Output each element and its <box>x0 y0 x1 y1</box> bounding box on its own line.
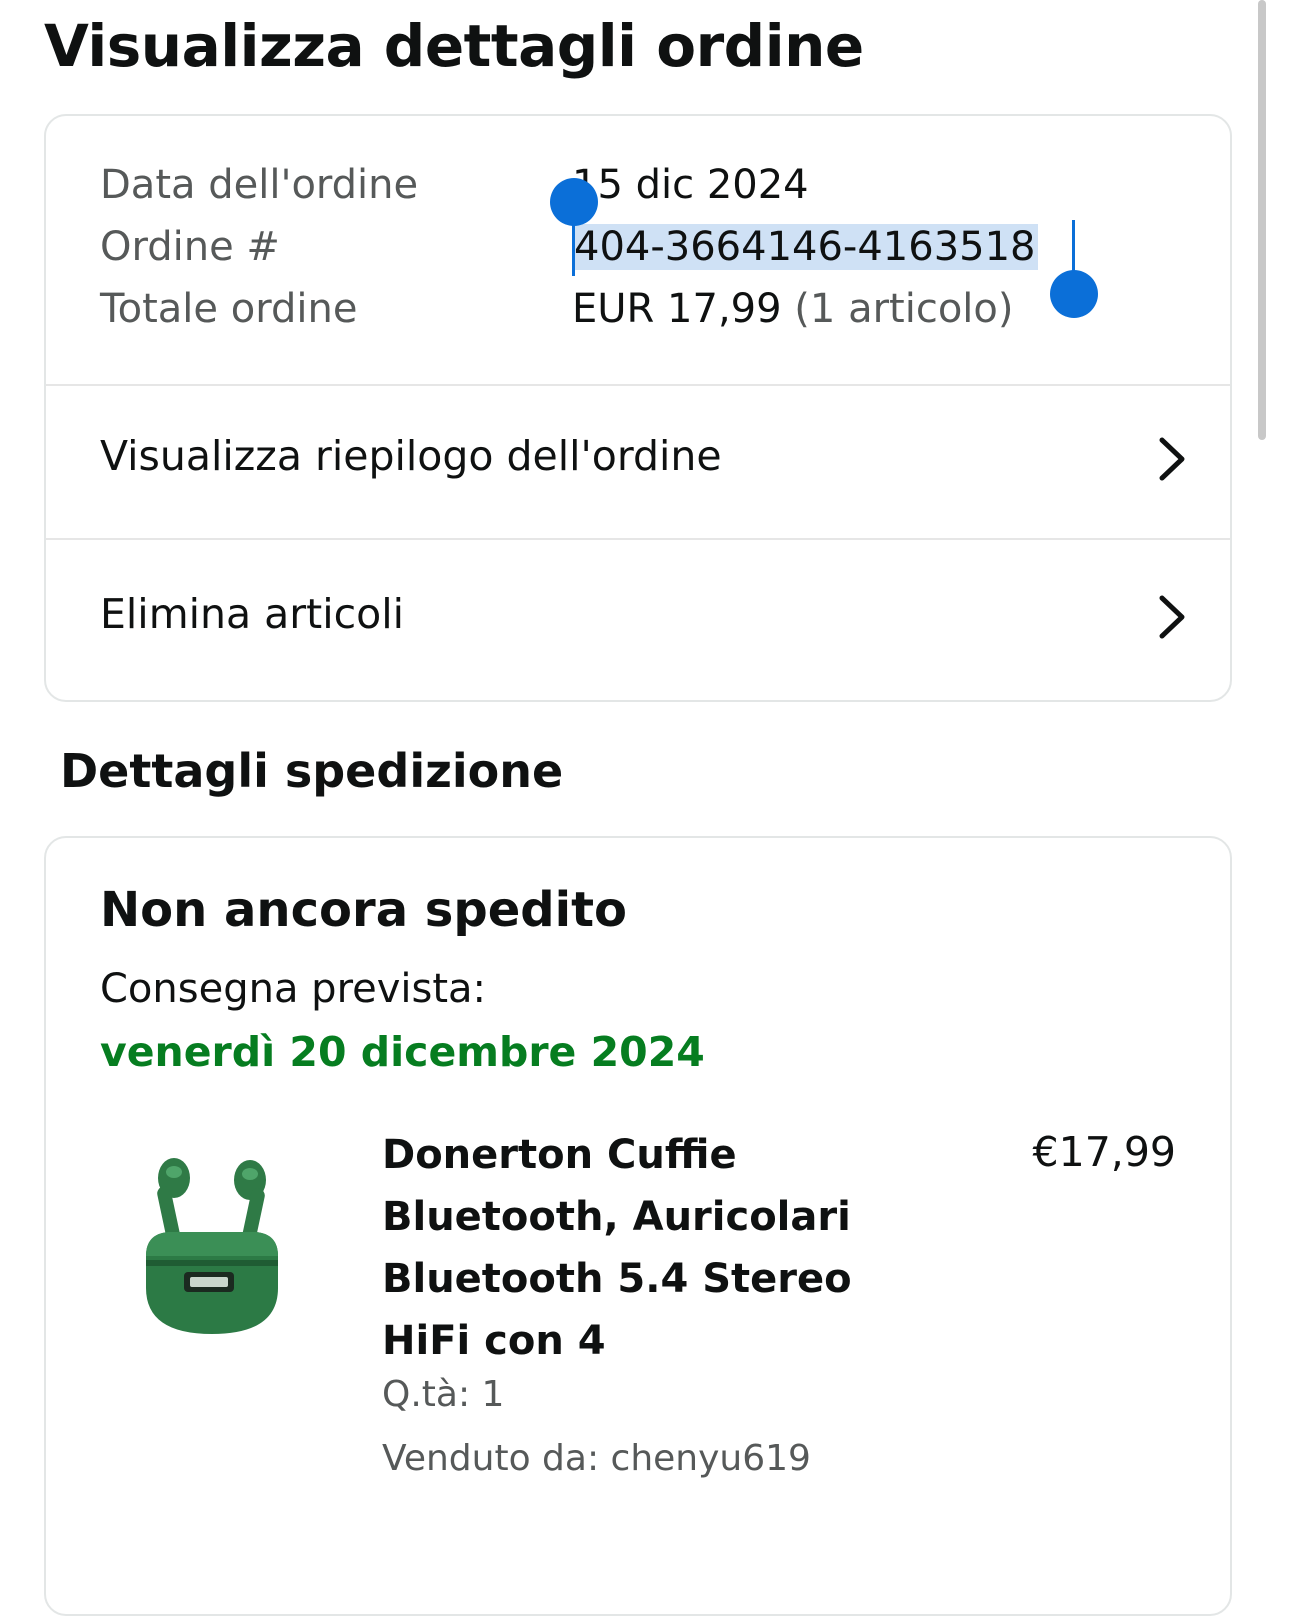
order-date-label: Data dell'ordine <box>100 162 419 208</box>
order-details-card: Data dell'ordine 15 dic 2024 Ordine # 40… <box>44 114 1232 702</box>
selection-handle-end[interactable] <box>1050 270 1098 318</box>
order-number-value[interactable]: 404-3664146-4163518 <box>572 224 1038 270</box>
selection-caret-start <box>572 220 575 276</box>
expected-delivery-date: venerdì 20 dicembre 2024 <box>100 1028 705 1076</box>
product-price: €17,99 <box>1032 1128 1176 1176</box>
chevron-right-icon <box>1159 595 1185 639</box>
product-seller: Venduto da: chenyu619 <box>382 1438 811 1479</box>
order-total-label: Totale ordine <box>100 286 358 332</box>
product-title[interactable]: Donerton Cuffie Bluetooth, Auricolari Bl… <box>382 1124 882 1372</box>
order-total-value: EUR 17,99 (1 articolo) <box>572 286 1013 332</box>
selection-handle-start[interactable] <box>550 178 598 226</box>
product-quantity: Q.tà: 1 <box>382 1374 505 1415</box>
order-total-amount: EUR 17,99 <box>572 286 782 332</box>
delete-items-link[interactable]: Elimina articoli <box>46 542 1230 698</box>
scrollbar[interactable] <box>1258 0 1266 440</box>
shipment-card: Non ancora spedito Consegna prevista: ve… <box>44 836 1232 1616</box>
order-number-selection[interactable]: 404-3664146-4163518 <box>572 224 1038 270</box>
order-number-label: Ordine # <box>100 224 280 270</box>
product-image[interactable] <box>132 1138 292 1338</box>
shipping-section-title: Dettagli spedizione <box>60 744 564 798</box>
page-title: Visualizza dettagli ordine <box>44 12 864 80</box>
order-summary: Data dell'ordine 15 dic 2024 Ordine # 40… <box>46 116 1230 386</box>
selection-caret-end <box>1072 220 1075 276</box>
view-order-summary-label: Visualizza riepilogo dell'ordine <box>100 432 722 480</box>
view-order-summary-link[interactable]: Visualizza riepilogo dell'ordine <box>46 384 1230 540</box>
order-total-items: (1 articolo) <box>794 286 1014 332</box>
chevron-right-icon <box>1159 437 1185 481</box>
order-date-value: 15 dic 2024 <box>572 162 809 208</box>
delete-items-label: Elimina articoli <box>100 590 405 638</box>
expected-delivery-label: Consegna prevista: <box>100 966 487 1012</box>
shipment-status: Non ancora spedito <box>100 882 628 938</box>
